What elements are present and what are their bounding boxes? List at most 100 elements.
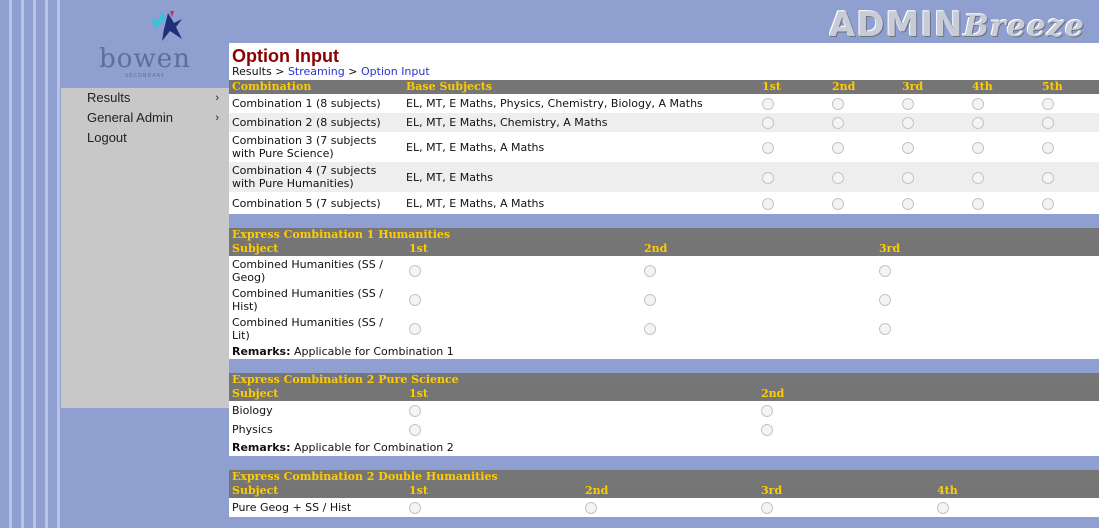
radio-2nd[interactable] (644, 323, 656, 335)
radio-2nd[interactable] (761, 405, 773, 417)
radio-1st[interactable] (409, 265, 421, 277)
radio-4th[interactable] (972, 98, 984, 110)
radio-5th[interactable] (1042, 171, 1054, 184)
option-table-humanities: Express Combination 1 Humanities Subject… (229, 228, 1099, 359)
app-brand: ADMINBreeze (829, 5, 1099, 43)
table-row: Combination 2 (8 subjects) EL, MT, E Mat… (229, 113, 1099, 132)
table-row: Combination 4 (7 subjects with Pure Huma… (229, 162, 1099, 192)
remarks-label: Remarks: (232, 344, 291, 358)
brand-admin: ADMIN (829, 5, 964, 43)
col-header-4th: 4th (934, 484, 1099, 498)
radio-1st[interactable] (409, 323, 421, 335)
table-row: Pure Geog + SS / Hist (229, 498, 1099, 517)
remarks-text: Applicable for Combination 1 (294, 344, 454, 358)
radio-5th[interactable] (1042, 141, 1054, 154)
col-header-3rd: 3rd (758, 484, 934, 498)
col-header-4th: 4th (969, 80, 1039, 94)
col-header-3rd: 3rd (876, 242, 1099, 256)
radio-2nd[interactable] (644, 265, 656, 277)
radio-2nd[interactable] (832, 117, 844, 129)
radio-2nd[interactable] (832, 98, 844, 110)
radio-1st[interactable] (762, 171, 774, 184)
sidebar-item-general-admin[interactable]: General Admin › (61, 108, 229, 128)
radio-3rd[interactable] (902, 117, 914, 129)
col-header-1st: 1st (406, 387, 758, 401)
table-row: Combined Humanities (SS / Geog) (229, 256, 1099, 285)
radio-3rd[interactable] (879, 294, 891, 306)
sidebar-item-label: General Admin (87, 110, 173, 125)
section-gap (229, 456, 1099, 470)
radio-1st[interactable] (762, 117, 774, 129)
radio-5th[interactable] (1042, 197, 1054, 210)
subject-name: Biology (229, 401, 406, 420)
radio-4th[interactable] (972, 197, 984, 210)
radio-4th[interactable] (972, 171, 984, 184)
col-header-3rd: 3rd (899, 80, 969, 94)
radio-1st[interactable] (409, 424, 421, 436)
col-header-2nd: 2nd (641, 242, 876, 256)
remarks-row: Remarks: Applicable for Combination 2 (229, 439, 1099, 456)
radio-1st[interactable] (762, 98, 774, 110)
col-header-subject: Subject (229, 387, 406, 401)
radio-3rd[interactable] (902, 171, 914, 184)
radio-1st[interactable] (762, 141, 774, 154)
radio-1st[interactable] (409, 405, 421, 417)
radio-2nd[interactable] (832, 171, 844, 184)
logo-text: bowen (99, 44, 191, 74)
brand-breeze: Breeze (963, 9, 1085, 43)
col-header-subject: Subject (229, 484, 406, 498)
radio-1st[interactable] (409, 502, 421, 514)
radio-3rd[interactable] (902, 197, 914, 210)
radio-1st[interactable] (409, 294, 421, 306)
radio-4th[interactable] (972, 117, 984, 129)
radio-2nd[interactable] (832, 197, 844, 210)
col-header-5th: 5th (1039, 80, 1099, 94)
radio-3rd[interactable] (902, 98, 914, 110)
combination-table: Combination Base Subjects 1st 2nd 3rd 4t… (229, 80, 1099, 214)
radio-3rd[interactable] (879, 323, 891, 335)
radio-1st[interactable] (762, 197, 774, 210)
sidebar-item-logout[interactable]: Logout (61, 128, 229, 148)
option-table-pure-science: Express Combination 2 Pure Science Subje… (229, 373, 1099, 456)
section-title: Express Combination 1 Humanities (229, 228, 1099, 242)
table-row: Combination 5 (7 subjects) EL, MT, E Mat… (229, 192, 1099, 214)
radio-3rd[interactable] (902, 141, 914, 154)
breadcrumb: Results > Streaming > Option Input (232, 66, 1099, 78)
combination-name: Combination 1 (8 subjects) (229, 94, 403, 113)
remarks-label: Remarks: (232, 441, 291, 454)
radio-4th[interactable] (937, 502, 949, 514)
col-header-base-subjects: Base Subjects (403, 80, 759, 94)
combination-name: Combination 3 (7 subjects with Pure Scie… (229, 132, 403, 162)
table-row: Combined Humanities (SS / Hist) (229, 285, 1099, 314)
section-title: Express Combination 2 Pure Science (229, 373, 1099, 387)
radio-2nd[interactable] (585, 502, 597, 514)
radio-5th[interactable] (1042, 98, 1054, 110)
left-stripes (0, 0, 62, 528)
breadcrumb-sep: > (271, 65, 288, 78)
radio-3rd[interactable] (761, 502, 773, 514)
base-subjects: EL, MT, E Maths, A Maths (403, 132, 759, 162)
radio-2nd[interactable] (644, 294, 656, 306)
subject-name: Combined Humanities (SS / Lit) (229, 314, 406, 343)
col-header-subject: Subject (229, 242, 406, 256)
base-subjects: EL, MT, E Maths, A Maths (403, 192, 759, 214)
radio-4th[interactable] (972, 141, 984, 154)
table-row: Combination 3 (7 subjects with Pure Scie… (229, 132, 1099, 162)
breadcrumb-link-option-input[interactable]: Option Input (361, 65, 430, 78)
radio-2nd[interactable] (761, 424, 773, 436)
breadcrumb-sep: > (344, 65, 361, 78)
star-logo-icon (150, 11, 182, 41)
base-subjects: EL, MT, E Maths, Physics, Chemistry, Bio… (403, 94, 759, 113)
breadcrumb-root: Results (232, 65, 272, 78)
col-header-2nd: 2nd (758, 387, 1099, 401)
col-header-combination: Combination (229, 80, 403, 94)
section-gap (229, 214, 1099, 228)
radio-2nd[interactable] (832, 141, 844, 154)
radio-5th[interactable] (1042, 117, 1054, 129)
radio-3rd[interactable] (879, 265, 891, 277)
breadcrumb-link-streaming[interactable]: Streaming (288, 65, 345, 78)
school-logo: bowen SECONDARY (62, 0, 228, 85)
sidebar-item-label: Logout (87, 130, 127, 145)
sidebar-item-results[interactable]: Results › (61, 88, 229, 108)
page-title: Option Input (232, 46, 339, 66)
